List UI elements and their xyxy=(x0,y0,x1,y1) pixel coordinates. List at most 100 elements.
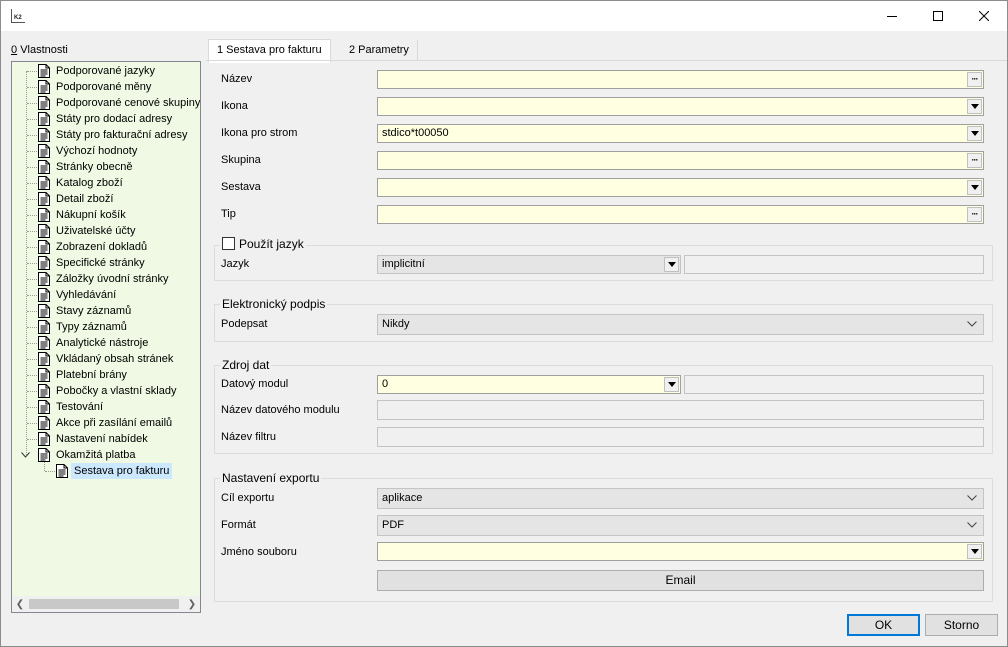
tree-item[interactable]: Nastavení nabídek xyxy=(12,431,200,447)
close-button[interactable] xyxy=(961,1,1007,31)
svg-text:K2: K2 xyxy=(14,15,22,21)
scroll-left-icon[interactable]: ❮ xyxy=(12,596,28,612)
minimize-button[interactable] xyxy=(869,1,915,31)
document-icon xyxy=(38,336,50,350)
tree-item-label: Podporované cenové skupiny xyxy=(56,97,201,109)
email-button[interactable]: Email xyxy=(377,570,984,591)
format-select[interactable]: PDF xyxy=(377,515,984,536)
datovy-modul-dropdown-button[interactable] xyxy=(664,377,679,392)
sestava-dropdown-button[interactable] xyxy=(967,180,982,195)
jazyk-dropdown-button[interactable] xyxy=(664,257,679,272)
scroll-thumb[interactable] xyxy=(29,599,179,609)
tree-child-label: Sestava pro fakturu xyxy=(71,463,173,479)
tree-item[interactable]: Vkládaný obsah stránek xyxy=(12,351,200,367)
skupina-field[interactable]: ··· xyxy=(377,151,984,170)
tree-item[interactable]: Specifické stránky xyxy=(12,255,200,271)
chevron-down-icon xyxy=(967,321,977,327)
jazyk-select[interactable]: implicitní xyxy=(377,255,681,274)
properties-tree[interactable]: ❮ ❯ Podporované jazyky Podporované měny Po… xyxy=(11,61,201,613)
dropdown-arrow-icon xyxy=(970,131,979,136)
cil-exportu-label: Cíl exportu xyxy=(221,492,275,504)
tree-item[interactable]: Detail zboží xyxy=(12,191,200,207)
tree-item[interactable]: Podporované jazyky xyxy=(12,63,200,79)
jmeno-souboru-dropdown-button[interactable] xyxy=(967,544,982,559)
skupina-browse-button[interactable]: ··· xyxy=(967,153,982,168)
tree-item[interactable]: Výchozí hodnoty xyxy=(12,143,200,159)
dropdown-arrow-icon xyxy=(970,549,979,554)
chevron-down-icon xyxy=(967,522,977,528)
nazev-browse-button[interactable]: ··· xyxy=(967,72,982,87)
ok-button[interactable]: OK xyxy=(847,614,920,636)
tree-item-label: Podporované jazyky xyxy=(56,65,156,77)
tree-item[interactable]: Stránky obecně xyxy=(12,159,200,175)
tree-item[interactable]: Nákupní košík xyxy=(12,207,200,223)
tree-item-label: Specifické stránky xyxy=(56,257,145,269)
tree-item-label: Nákupní košík xyxy=(56,209,126,221)
jazyk-value: implicitní xyxy=(382,258,425,270)
datovy-modul-select[interactable]: 0 xyxy=(377,375,681,394)
tree-item-label: Stavy záznamů xyxy=(56,305,132,317)
tree-item[interactable]: Typy záznamů xyxy=(12,319,200,335)
document-icon xyxy=(38,384,50,398)
document-icon xyxy=(38,192,50,206)
podepsat-value: Nikdy xyxy=(382,318,410,330)
tree-item[interactable]: Pobočky a vlastní sklady xyxy=(12,383,200,399)
ikona-field[interactable] xyxy=(377,97,984,116)
chevron-down-icon[interactable] xyxy=(21,452,30,458)
tree-item[interactable]: Testování xyxy=(12,399,200,415)
nazev-modulu-label: Název datového modulu xyxy=(221,404,340,416)
tree-item[interactable]: Podporované cenové skupiny xyxy=(12,95,200,111)
nazev-label: Název xyxy=(221,73,253,85)
sestava-field[interactable] xyxy=(377,178,984,197)
tip-field[interactable]: ··· xyxy=(377,205,984,224)
cil-exportu-value: aplikace xyxy=(382,492,423,504)
tree-item[interactable]: Akce při zasílání emailů xyxy=(12,415,200,431)
scroll-right-icon[interactable]: ❯ xyxy=(184,596,200,612)
chevron-down-icon xyxy=(967,495,977,501)
podepsat-select[interactable]: Nikdy xyxy=(377,314,984,335)
tree-item[interactable]: Stavy záznamů xyxy=(12,303,200,319)
tree-item-label: Stránky obecně xyxy=(56,161,133,173)
tree-horizontal-scrollbar[interactable]: ❮ ❯ xyxy=(12,596,200,612)
document-icon xyxy=(38,432,50,446)
tree-item-selected[interactable]: Sestava pro fakturu xyxy=(12,463,200,479)
tree-item-label: Vkládaný obsah stránek xyxy=(56,353,174,365)
tree-item[interactable]: Záložky úvodní stránky xyxy=(12,271,200,287)
tab-parametry[interactable]: 2 Parametry xyxy=(340,39,418,61)
use-language-checkbox[interactable] xyxy=(222,237,235,250)
tree-item[interactable]: Vyhledávání xyxy=(12,287,200,303)
tree-item[interactable]: Státy pro dodací adresy xyxy=(12,111,200,127)
datovy-modul-value: 0 xyxy=(382,378,389,390)
tree-item[interactable]: Platební brány xyxy=(12,367,200,383)
export-group-title: Nastavení exportu xyxy=(220,471,322,485)
cil-exportu-select[interactable]: aplikace xyxy=(377,488,984,509)
tree-item[interactable]: Zobrazení dokladů xyxy=(12,239,200,255)
signature-group-title: Elektronický podpis xyxy=(220,297,328,311)
tree-item-label: Detail zboží xyxy=(56,193,114,205)
nazev-filtru-label: Název filtru xyxy=(221,431,277,443)
tree-item[interactable]: Katalog zboží xyxy=(12,175,200,191)
jmeno-souboru-field[interactable] xyxy=(377,542,984,561)
document-icon xyxy=(38,304,50,318)
tip-browse-button[interactable]: ··· xyxy=(967,207,982,222)
nazev-modulu-field xyxy=(377,400,984,420)
ikona-strom-dropdown-button[interactable] xyxy=(967,126,982,141)
document-icon xyxy=(38,368,50,382)
tree-item[interactable]: Uživatelské účty xyxy=(12,223,200,239)
ikona-dropdown-button[interactable] xyxy=(967,99,982,114)
tree-item[interactable]: Podporované měny xyxy=(12,79,200,95)
tree-item[interactable]: Analytické nástroje xyxy=(12,335,200,351)
maximize-button[interactable] xyxy=(915,1,961,31)
document-icon xyxy=(38,176,50,190)
tree-item[interactable]: Okamžitá platba xyxy=(12,447,200,463)
tree-item-label: Podporované měny xyxy=(56,81,152,93)
tab-divider xyxy=(206,60,1007,61)
nazev-field[interactable]: ··· xyxy=(377,70,984,89)
ikona-strom-field[interactable]: stdico*t00050 xyxy=(377,124,984,143)
tree-item-label: Testování xyxy=(56,401,104,413)
datovy-modul-extra-field xyxy=(684,375,984,394)
cancel-button[interactable]: Storno xyxy=(925,614,998,636)
k2-app-icon: K2 xyxy=(11,9,25,23)
tree-item[interactable]: Státy pro fakturační adresy xyxy=(12,127,200,143)
document-icon xyxy=(38,144,50,158)
